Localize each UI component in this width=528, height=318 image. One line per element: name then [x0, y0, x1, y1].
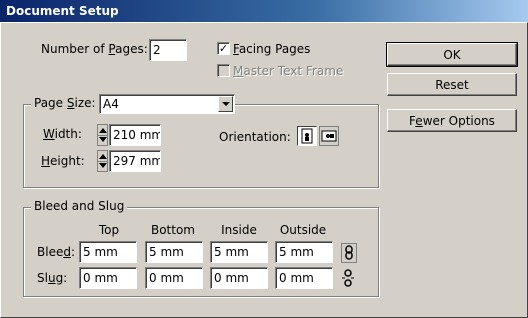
height-stepper[interactable]: [97, 150, 108, 172]
page-size-value: A4: [103, 97, 119, 111]
landscape-orientation-icon: [321, 130, 337, 142]
bleed-link-button[interactable]: [341, 243, 357, 263]
bleed-and-slug-label: Bleed and Slug: [31, 199, 128, 213]
slug-outside-input[interactable]: 0 mm: [275, 267, 333, 289]
column-header-inside: Inside: [221, 223, 257, 237]
reset-button[interactable]: Reset: [387, 73, 517, 96]
page-size-label: Page Size:: [31, 96, 99, 110]
slug-top-input[interactable]: 0 mm: [79, 267, 137, 289]
width-label: Width:: [43, 127, 82, 141]
bleed-outside-input[interactable]: 5 mm: [275, 241, 333, 263]
fewer-options-button[interactable]: Fewer Options: [387, 109, 517, 132]
portrait-orientation-button[interactable]: [297, 126, 317, 146]
facing-pages-label[interactable]: Facing Pages: [233, 42, 310, 56]
document-setup-dialog: Number of Pages: 2 ✓ Facing Pages Master…: [0, 22, 528, 318]
slug-bottom-input[interactable]: 0 mm: [145, 267, 203, 289]
landscape-orientation-button[interactable]: [319, 126, 339, 146]
column-header-bottom: Bottom: [150, 223, 195, 237]
facing-pages-checkbox[interactable]: ✓: [217, 42, 230, 55]
bleed-inside-input[interactable]: 5 mm: [210, 241, 268, 263]
slug-link-button[interactable]: [341, 269, 357, 289]
chain-link-icon: [345, 245, 353, 260]
width-stepper[interactable]: [97, 124, 108, 146]
height-label: Height:: [41, 154, 85, 168]
slug-label: Slug:: [37, 271, 68, 285]
width-input[interactable]: 210 mm: [109, 124, 161, 146]
chevron-down-icon[interactable]: [218, 96, 233, 112]
master-text-frame-checkbox[interactable]: [217, 64, 230, 77]
window-title-bar[interactable]: Document Setup: [0, 0, 528, 22]
page-size-select[interactable]: A4: [99, 94, 235, 114]
bleed-top-input[interactable]: 5 mm: [79, 241, 137, 263]
column-header-top: Top: [98, 223, 120, 237]
portrait-orientation-icon: [301, 128, 313, 144]
column-header-outside: Outside: [279, 223, 327, 237]
ok-button[interactable]: OK: [386, 42, 518, 67]
orientation-label: Orientation:: [219, 130, 291, 144]
slug-inside-input[interactable]: 0 mm: [210, 267, 268, 289]
height-input[interactable]: 297 mm: [109, 150, 161, 172]
bleed-label: Bleed:: [37, 245, 76, 259]
number-of-pages-input[interactable]: 2: [149, 39, 187, 61]
number-of-pages-label: Number of Pages:: [41, 42, 148, 56]
broken-chain-link-icon: [342, 269, 354, 287]
master-text-frame-label: Master Text Frame: [233, 64, 344, 78]
bleed-bottom-input[interactable]: 5 mm: [145, 241, 203, 263]
window-title: Document Setup: [6, 4, 119, 18]
